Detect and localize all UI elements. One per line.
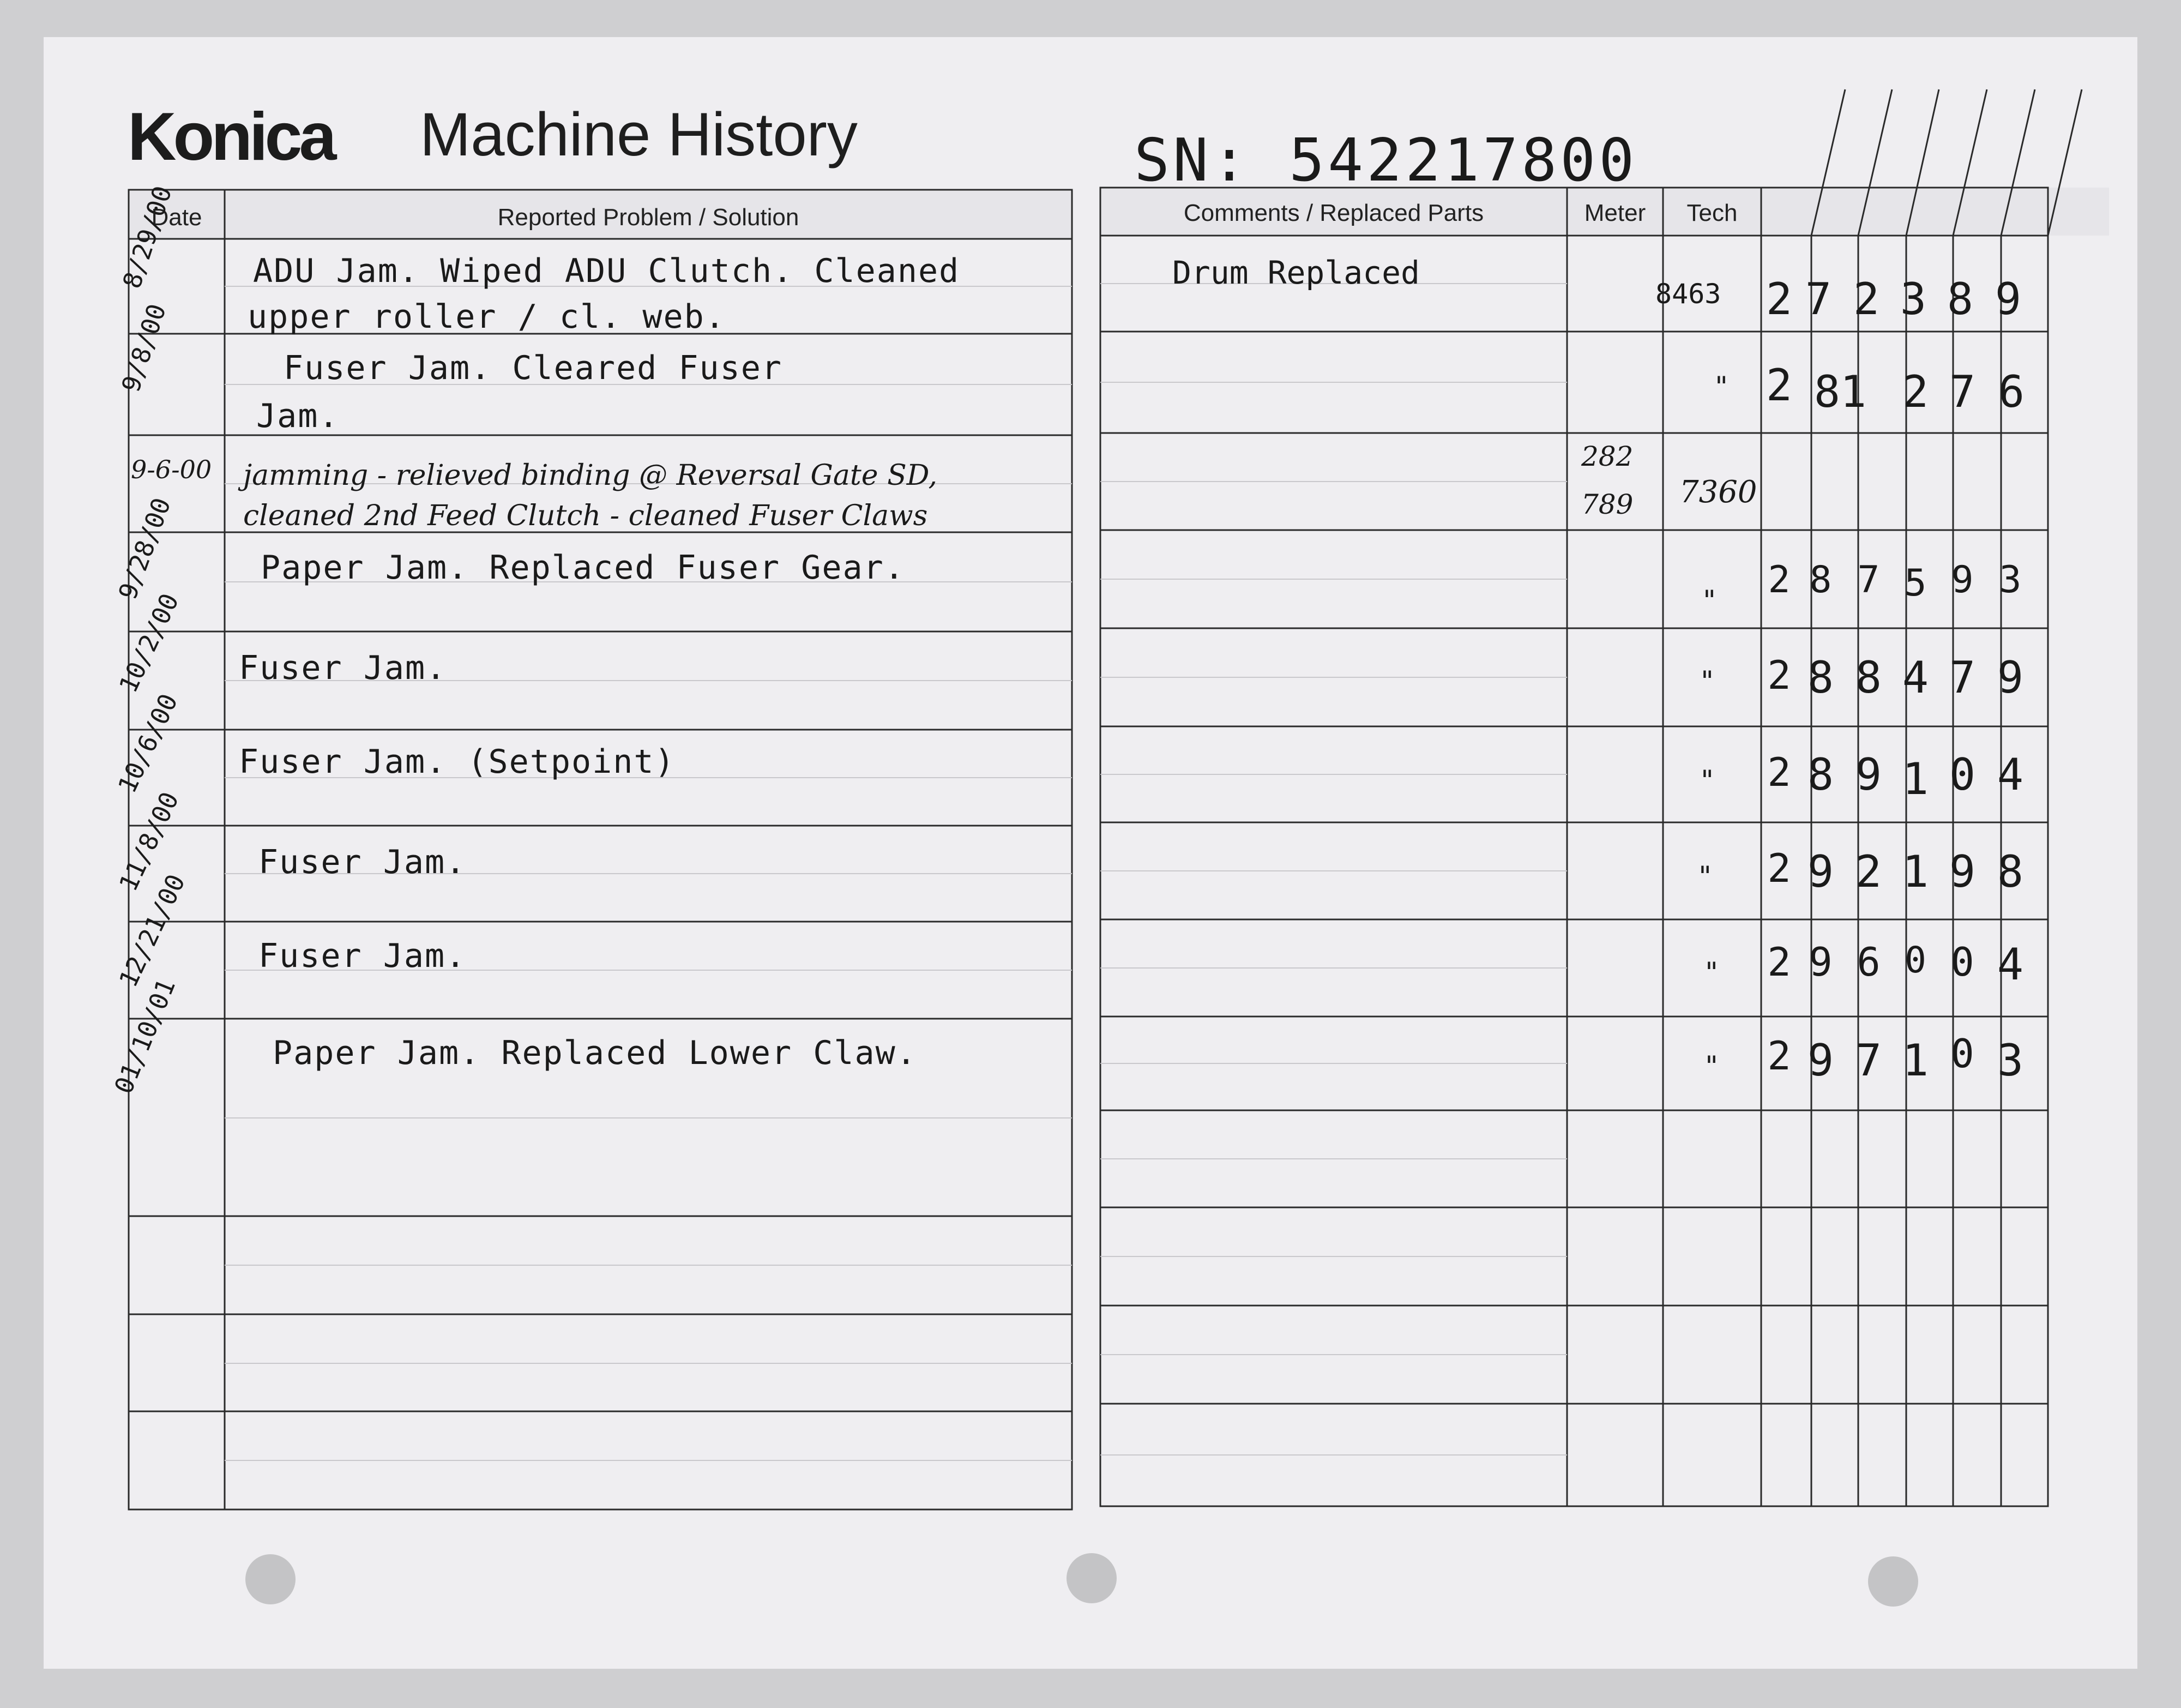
page-title: Machine History bbox=[420, 100, 858, 169]
entry-tech: " bbox=[1699, 665, 1716, 697]
entry-tech: 7360 bbox=[1679, 474, 1757, 510]
entry-comments: Drum Replaced bbox=[1172, 254, 1420, 291]
reading-digit: 4 bbox=[1997, 939, 2024, 990]
reading-digit: 1 bbox=[1902, 846, 1929, 897]
reading-digit: 2 bbox=[1855, 846, 1882, 897]
konica-logo: Konica bbox=[128, 99, 336, 175]
reading-digit: 9 bbox=[1997, 652, 2024, 703]
reading-digit: 2 bbox=[1768, 558, 1791, 602]
entry-problem-line: jamming - relieved binding @ Reversal Ga… bbox=[243, 459, 938, 492]
reading-digit: 2 bbox=[1767, 845, 1791, 891]
reading-digit: 0 bbox=[1905, 939, 1926, 981]
entry-meter-line: 789 bbox=[1581, 489, 1634, 520]
reading-digit: 2 bbox=[1767, 749, 1791, 795]
reading-digit: 4 bbox=[1902, 652, 1929, 703]
reading-digit: 0 bbox=[1950, 1031, 1974, 1076]
entry-tech: " bbox=[1699, 765, 1716, 796]
entry-date: 9-6-00 bbox=[131, 455, 212, 484]
punch-hole bbox=[1868, 1556, 1918, 1607]
reading-digit: 2 bbox=[1766, 360, 1793, 411]
reading-digit: 5 bbox=[1904, 562, 1927, 605]
entry-tech: " bbox=[1701, 585, 1718, 616]
reading-digit: 1 bbox=[1840, 366, 1867, 417]
reading-digit: 8 bbox=[1809, 558, 1832, 602]
reading-digit: 3 bbox=[1999, 558, 2022, 602]
entry-problem-line: Paper Jam. Replaced Lower Claw. bbox=[273, 1034, 917, 1072]
reading-digit: 8 bbox=[1807, 652, 1834, 703]
reading-digit: 2 bbox=[1767, 652, 1791, 698]
reading-digit: 8 bbox=[1947, 274, 1974, 324]
entry-problem-line: Fuser Jam. bbox=[239, 649, 447, 687]
entry-problem-line: Fuser Jam. bbox=[258, 843, 467, 881]
reading-digit: 2 bbox=[1902, 366, 1929, 417]
entry-tech: " bbox=[1713, 371, 1730, 402]
column-header-meter: Meter bbox=[1584, 200, 1646, 226]
entry-tech: " bbox=[1697, 861, 1714, 892]
reading-digit: 9 bbox=[1809, 939, 1833, 985]
punch-hole bbox=[245, 1554, 296, 1604]
reading-digit: 2 bbox=[1853, 274, 1880, 324]
entry-tech: " bbox=[1703, 957, 1720, 988]
entry-problem-line: Fuser Jam. Cleared Fuser bbox=[284, 349, 782, 387]
entry-problem-line: Fuser Jam. (Setpoint) bbox=[239, 743, 676, 781]
reading-digit: 9 bbox=[1951, 558, 1974, 602]
reading-digit: 9 bbox=[1855, 749, 1882, 800]
reading-digit: 8 bbox=[1855, 652, 1882, 703]
entry-tech: 8463 bbox=[1655, 278, 1721, 310]
entry-problem-line: ADU Jam. Wiped ADU Clutch. Cleaned bbox=[253, 252, 960, 290]
column-header-problem: Reported Problem / Solution bbox=[497, 204, 799, 231]
entry-problem-line: Jam. bbox=[256, 397, 340, 435]
reading-digit: 4 bbox=[1997, 749, 2024, 800]
reading-digit: 2 bbox=[1767, 1033, 1791, 1079]
entry-problem-line: upper roller / cl. web. bbox=[248, 298, 726, 336]
reading-digit: 9 bbox=[1949, 846, 1976, 897]
entry-tech: " bbox=[1703, 1050, 1720, 1082]
reading-digit: 6 bbox=[1998, 366, 2025, 417]
reading-digit: 7 bbox=[1857, 558, 1880, 602]
reading-digit: 0 bbox=[1949, 749, 1976, 800]
reading-digit: 6 bbox=[1857, 939, 1881, 985]
reading-digit: 0 bbox=[1950, 939, 1974, 985]
serial-number: SN: 542217800 bbox=[1134, 127, 1638, 195]
entry-problem-line: Paper Jam. Replaced Fuser Gear. bbox=[261, 549, 905, 587]
reading-digit: 8 bbox=[1807, 749, 1834, 800]
reading-digit: 8 bbox=[1997, 846, 2024, 897]
column-header-comments: Comments / Replaced Parts bbox=[1183, 200, 1484, 226]
reading-digit: 9 bbox=[1807, 846, 1834, 897]
reading-digit: 9 bbox=[1995, 274, 2022, 324]
reading-digit: 3 bbox=[1997, 1035, 2024, 1086]
entry-meter-line: 282 bbox=[1581, 441, 1634, 472]
reading-digit: 7 bbox=[1949, 652, 1976, 703]
reading-digit: 1 bbox=[1902, 754, 1929, 804]
column-header-tech: Tech bbox=[1686, 200, 1738, 226]
punch-hole bbox=[1067, 1553, 1117, 1603]
reading-digit: 9 bbox=[1807, 1035, 1834, 1086]
reading-digit: 7 bbox=[1805, 274, 1832, 324]
reading-digit: 3 bbox=[1900, 274, 1927, 324]
reading-digit: 1 bbox=[1902, 1035, 1929, 1086]
entry-problem-line: Fuser Jam. bbox=[258, 937, 467, 975]
reading-digit: 2 bbox=[1767, 939, 1791, 985]
entry-problem-line: cleaned 2nd Feed Clutch - cleaned Fuser … bbox=[243, 500, 928, 532]
reading-digit: 7 bbox=[1949, 366, 1976, 417]
reading-digit: 7 bbox=[1855, 1035, 1882, 1086]
